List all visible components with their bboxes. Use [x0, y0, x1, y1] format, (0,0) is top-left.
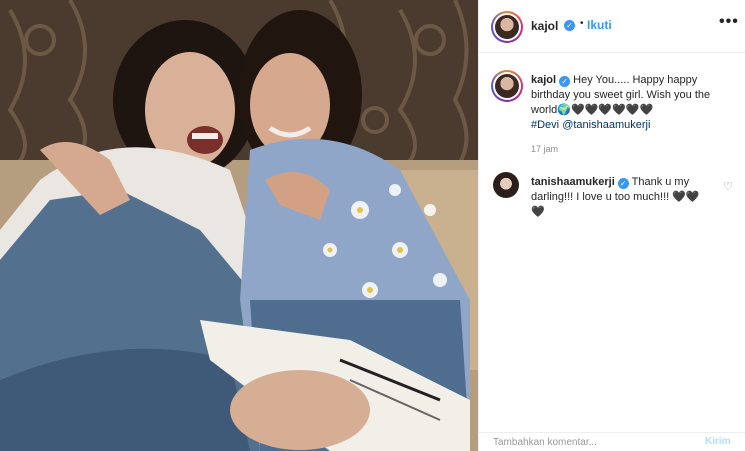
comment-avatar[interactable] — [493, 172, 519, 198]
post-comment-button[interactable]: Kirim — [705, 436, 731, 447]
avatar-image — [495, 15, 519, 39]
comment-input[interactable] — [493, 435, 693, 449]
verified-badge-icon: ✓ — [617, 178, 629, 189]
verified-badge-icon: ✓ — [564, 20, 575, 31]
hashtag-link[interactable]: #Devi — [531, 119, 559, 131]
post-side-panel: kajol ✓ • Ikuti ••• kajol ✓ Hey You..... … — [478, 0, 745, 451]
header-username[interactable]: kajol — [531, 19, 558, 33]
instagram-post: kajol ✓ • Ikuti ••• kajol ✓ Hey You..... … — [0, 0, 745, 451]
post-timestamp[interactable]: 17 jam — [531, 144, 558, 154]
follow-button[interactable]: Ikuti — [587, 18, 612, 32]
mention-link[interactable]: @tanishaamukerji — [562, 119, 650, 131]
comment-text-block: tanishaamukerji ✓ Thank u my darling!!! I… — [531, 175, 711, 220]
photo-illustration — [0, 0, 478, 451]
caption-text-block: kajol ✓ Hey You..... Happy happy birthday… — [531, 73, 736, 133]
add-comment-bar: Kirim — [479, 432, 745, 451]
separator-dot: • — [580, 18, 584, 29]
more-options-icon[interactable]: ••• — [719, 13, 739, 31]
post-header: kajol ✓ • Ikuti ••• — [479, 0, 745, 53]
avatar[interactable] — [491, 11, 523, 43]
post-photo[interactable] — [0, 0, 478, 451]
caption-avatar-image — [495, 74, 519, 98]
caption-emoji: 🌍🖤🖤🖤🖤🖤🖤 — [557, 104, 654, 116]
verified-badge-icon: ✓ — [559, 76, 571, 87]
caption-avatar[interactable] — [491, 70, 523, 102]
caption-username[interactable]: kajol — [531, 74, 556, 86]
comment-username[interactable]: tanishaamukerji — [531, 176, 615, 188]
like-comment-heart-icon[interactable]: ♡ — [723, 180, 733, 193]
